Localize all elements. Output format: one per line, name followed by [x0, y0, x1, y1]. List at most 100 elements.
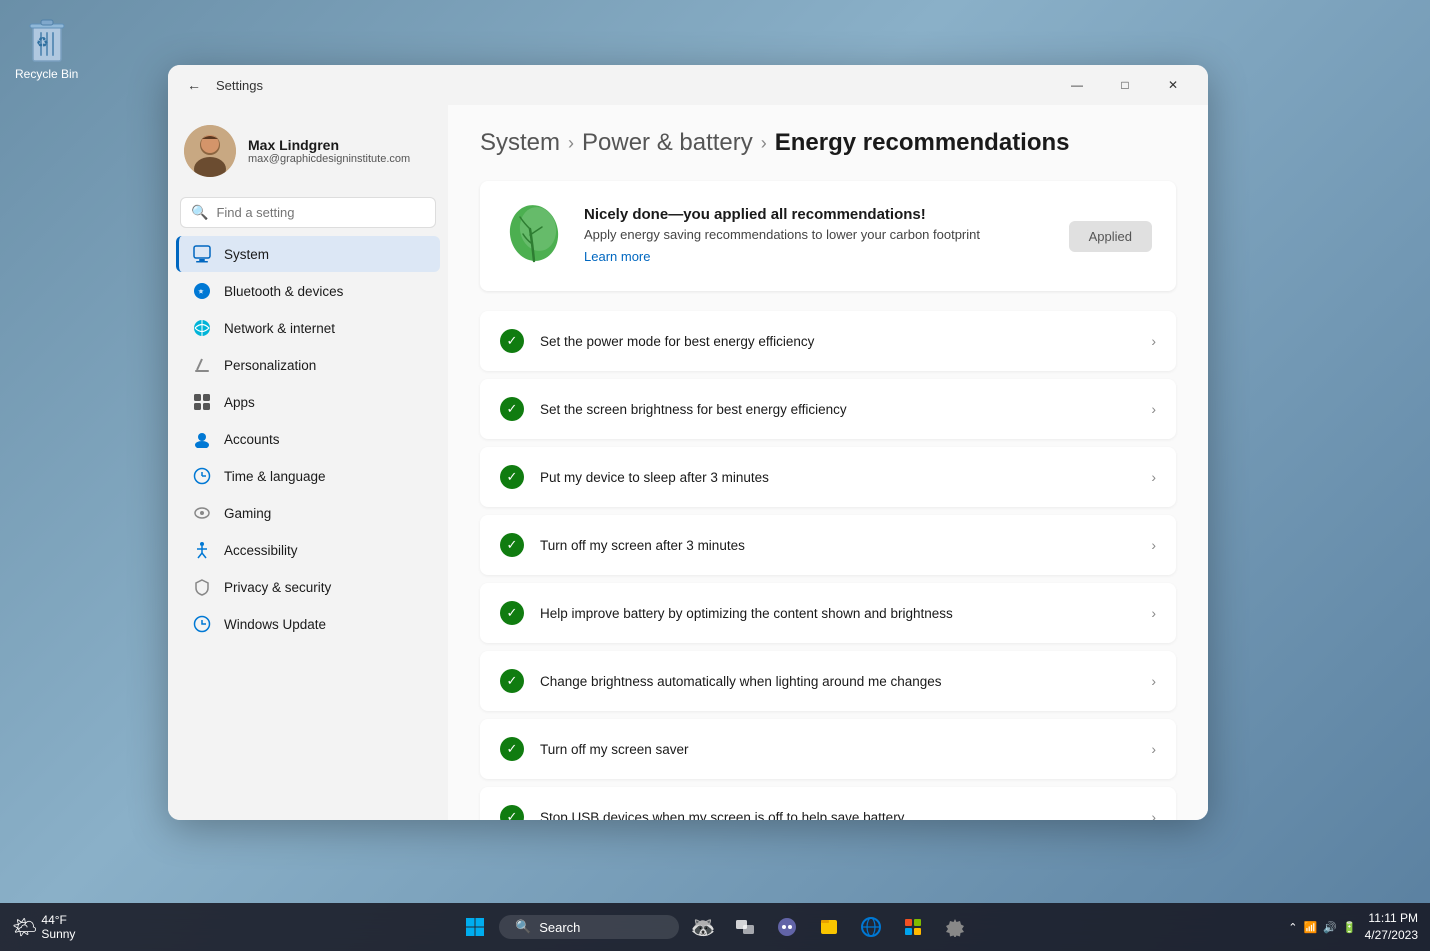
nav-item-accessibility[interactable]: Accessibility — [176, 532, 440, 568]
nav-label-apps: Apps — [224, 395, 255, 410]
taskbar-icon-multitask[interactable] — [727, 909, 763, 945]
rec-text-screen-off: Turn off my screen after 3 minutes — [540, 538, 1135, 553]
check-icon-screen-off: ✓ — [500, 533, 524, 557]
learn-more-link[interactable]: Learn more — [584, 249, 650, 264]
window-controls: — □ ✕ — [1054, 69, 1196, 101]
recommendation-item-brightness[interactable]: ✓ Set the screen brightness for best ene… — [480, 379, 1176, 439]
banner-text: Nicely done—you applied all recommendati… — [584, 206, 1049, 266]
taskbar-icon-files[interactable] — [811, 909, 847, 945]
recommendation-item-power-mode[interactable]: ✓ Set the power mode for best energy eff… — [480, 311, 1176, 371]
nav-item-personalization[interactable]: Personalization — [176, 347, 440, 383]
chevron-right-icon-battery-opt: › — [1151, 605, 1156, 621]
main-content: System › Power & battery › Energy recomm… — [448, 105, 1208, 820]
taskbar-right: ⌃ 📶 🔊 🔋 11:11 PM 4/27/2023 — [1288, 910, 1418, 944]
rec-text-sleep: Put my device to sleep after 3 minutes — [540, 470, 1135, 485]
recommendation-item-screen-off[interactable]: ✓ Turn off my screen after 3 minutes › — [480, 515, 1176, 575]
avatar — [184, 125, 236, 177]
minimize-button[interactable]: — — [1054, 69, 1100, 101]
check-icon-screen-saver: ✓ — [500, 737, 524, 761]
check-icon-battery-opt: ✓ — [500, 601, 524, 625]
nav-item-update[interactable]: Windows Update — [176, 606, 440, 642]
applied-button: Applied — [1069, 221, 1152, 252]
update-icon — [192, 614, 212, 634]
check-icon-power-mode: ✓ — [500, 329, 524, 353]
chevron-right-icon-screen-saver: › — [1151, 741, 1156, 757]
breadcrumb: System › Power & battery › Energy recomm… — [480, 129, 1176, 157]
taskbar-icon-settings[interactable] — [937, 909, 973, 945]
clock-date: 4/27/2023 — [1365, 927, 1418, 944]
nav-label-gaming: Gaming — [224, 506, 271, 521]
banner-title: Nicely done—you applied all recommendati… — [584, 206, 1049, 223]
breadcrumb-power[interactable]: Power & battery — [582, 129, 753, 157]
nav-item-system[interactable]: System — [176, 236, 440, 272]
nav-label-system: System — [224, 247, 269, 262]
window-content: Max Lindgren max@graphicdesigninstitute.… — [168, 105, 1208, 820]
weather-icon: 🌤 — [12, 915, 37, 940]
taskbar-icon-store[interactable] — [895, 909, 931, 945]
taskbar-left: 🌤 44°F Sunny — [12, 913, 75, 941]
nav-item-privacy[interactable]: Privacy & security — [176, 569, 440, 605]
taskbar-center: 🔍 Search 🦝 — [457, 909, 973, 945]
clock-time: 11:11 PM — [1365, 910, 1418, 927]
nav-label-personalization: Personalization — [224, 358, 316, 373]
apps-icon — [192, 392, 212, 412]
nav-item-gaming[interactable]: Gaming — [176, 495, 440, 531]
rec-text-power-mode: Set the power mode for best energy effic… — [540, 334, 1135, 349]
title-bar-left: ← Settings — [180, 71, 263, 99]
privacy-icon — [192, 577, 212, 597]
recommendation-item-sleep[interactable]: ✓ Put my device to sleep after 3 minutes… — [480, 447, 1176, 507]
nav-label-privacy: Privacy & security — [224, 580, 331, 595]
leaf-illustration — [504, 201, 564, 271]
system-tray: ⌃ 📶 🔊 🔋 — [1288, 921, 1356, 934]
maximize-button[interactable]: □ — [1102, 69, 1148, 101]
user-email: max@graphicdesigninstitute.com — [248, 153, 410, 165]
battery-icon: 🔋 — [1343, 921, 1357, 934]
nav-item-apps[interactable]: Apps — [176, 384, 440, 420]
taskbar-search[interactable]: 🔍 Search — [499, 915, 679, 939]
tray-chevron-icon[interactable]: ⌃ — [1288, 921, 1297, 934]
close-button[interactable]: ✕ — [1150, 69, 1196, 101]
taskbar-search-icon: 🔍 — [515, 919, 531, 935]
gaming-icon — [192, 503, 212, 523]
taskbar-search-label: Search — [539, 920, 580, 935]
rec-text-usb: Stop USB devices when my screen is off t… — [540, 810, 1135, 821]
breadcrumb-sep-2: › — [761, 133, 767, 154]
clock[interactable]: 11:11 PM 4/27/2023 — [1365, 910, 1418, 944]
rec-text-auto-brightness: Change brightness automatically when lig… — [540, 674, 1135, 689]
nav-label-time: Time & language — [224, 469, 326, 484]
breadcrumb-system[interactable]: System — [480, 129, 560, 157]
system-icon — [192, 244, 212, 264]
recommendation-item-battery-opt[interactable]: ✓ Help improve battery by optimizing the… — [480, 583, 1176, 643]
recommendation-item-screen-saver[interactable]: ✓ Turn off my screen saver › — [480, 719, 1176, 779]
taskbar-icon-chat[interactable] — [769, 909, 805, 945]
nav-item-accounts[interactable]: Accounts — [176, 421, 440, 457]
chevron-right-icon-sleep: › — [1151, 469, 1156, 485]
taskbar-icon-browser[interactable] — [853, 909, 889, 945]
rec-text-battery-opt: Help improve battery by optimizing the c… — [540, 606, 1135, 621]
chevron-right-icon-auto-brightness: › — [1151, 673, 1156, 689]
breadcrumb-current: Energy recommendations — [775, 129, 1070, 157]
back-button[interactable]: ← — [180, 71, 208, 99]
personalization-icon — [192, 355, 212, 375]
recommendations-list: ✓ Set the power mode for best energy eff… — [480, 311, 1176, 820]
nav-item-time[interactable]: Time & language — [176, 458, 440, 494]
chevron-right-icon-usb: › — [1151, 809, 1156, 820]
settings-search-bar[interactable]: 🔍 — [180, 197, 436, 228]
recycle-bin[interactable]: ♻ Recycle Bin — [15, 15, 78, 81]
recommendation-item-auto-brightness[interactable]: ✓ Change brightness automatically when l… — [480, 651, 1176, 711]
taskbar-icon-animal[interactable]: 🦝 — [685, 909, 721, 945]
volume-icon: 🔊 — [1323, 921, 1337, 934]
energy-banner: Nicely done—you applied all recommendati… — [480, 181, 1176, 291]
user-profile: Max Lindgren max@graphicdesigninstitute.… — [168, 113, 448, 193]
settings-search-input[interactable] — [216, 205, 425, 220]
weather-info: 🌤 44°F Sunny — [12, 913, 75, 941]
nav-item-bluetooth[interactable]: ⭒ Bluetooth & devices — [176, 273, 440, 309]
chevron-right-icon-power-mode: › — [1151, 333, 1156, 349]
windows-button[interactable] — [457, 909, 493, 945]
check-icon-auto-brightness: ✓ — [500, 669, 524, 693]
recommendation-item-usb[interactable]: ✓ Stop USB devices when my screen is off… — [480, 787, 1176, 820]
nav-item-network[interactable]: Network & internet — [176, 310, 440, 346]
nav-label-bluetooth: Bluetooth & devices — [224, 284, 343, 299]
check-icon-usb: ✓ — [500, 805, 524, 820]
nav-label-network: Network & internet — [224, 321, 335, 336]
